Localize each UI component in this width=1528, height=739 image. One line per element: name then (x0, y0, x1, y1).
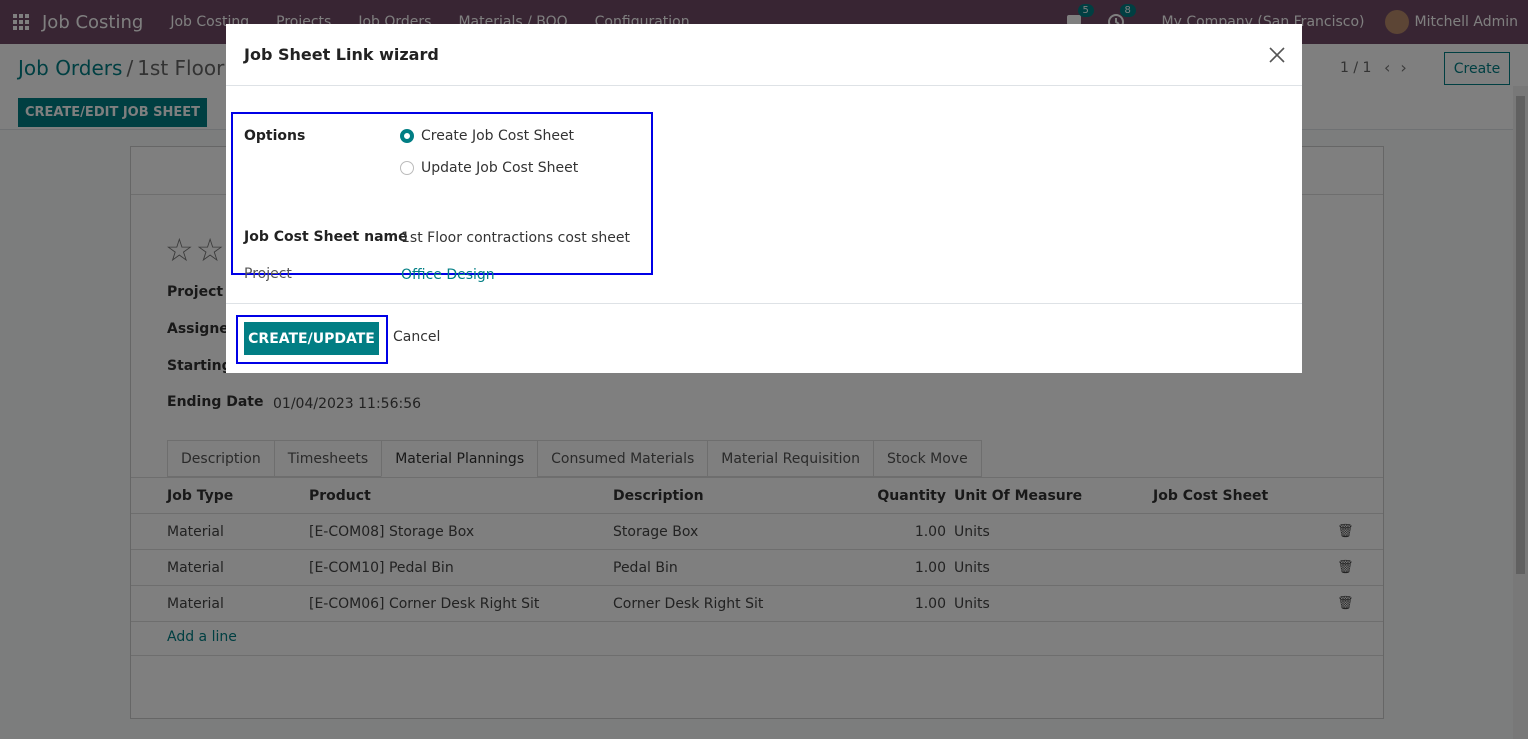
create-update-button[interactable]: CREATE/UPDATE (244, 322, 379, 355)
modal-footer: CREATE/UPDATE Cancel (226, 303, 1302, 373)
job-cost-sheet-name-label: Job Cost Sheet name (244, 229, 408, 245)
job-sheet-link-wizard-dialog: Job Sheet Link wizard Options Create Job… (226, 24, 1302, 373)
options-label: Options (244, 128, 306, 144)
project-link[interactable]: Office Design (401, 267, 495, 283)
modal-title: Job Sheet Link wizard (244, 45, 439, 64)
close-icon[interactable] (1266, 44, 1288, 66)
modal-header: Job Sheet Link wizard (226, 24, 1302, 86)
job-cost-sheet-name-field[interactable]: 1st Floor contractions cost sheet (401, 230, 630, 246)
radio-checked-icon[interactable] (400, 129, 414, 143)
radio-label: Update Job Cost Sheet (421, 160, 579, 176)
radio-update-job-cost-sheet[interactable]: Update Job Cost Sheet (400, 160, 578, 176)
radio-unchecked-icon[interactable] (400, 161, 414, 175)
cancel-button[interactable]: Cancel (393, 329, 440, 345)
project-label: Project (244, 266, 292, 282)
radio-create-job-cost-sheet[interactable]: Create Job Cost Sheet (400, 128, 574, 144)
radio-label: Create Job Cost Sheet (421, 128, 575, 144)
modal-body: Options Create Job Cost Sheet Update Job… (226, 86, 1302, 303)
